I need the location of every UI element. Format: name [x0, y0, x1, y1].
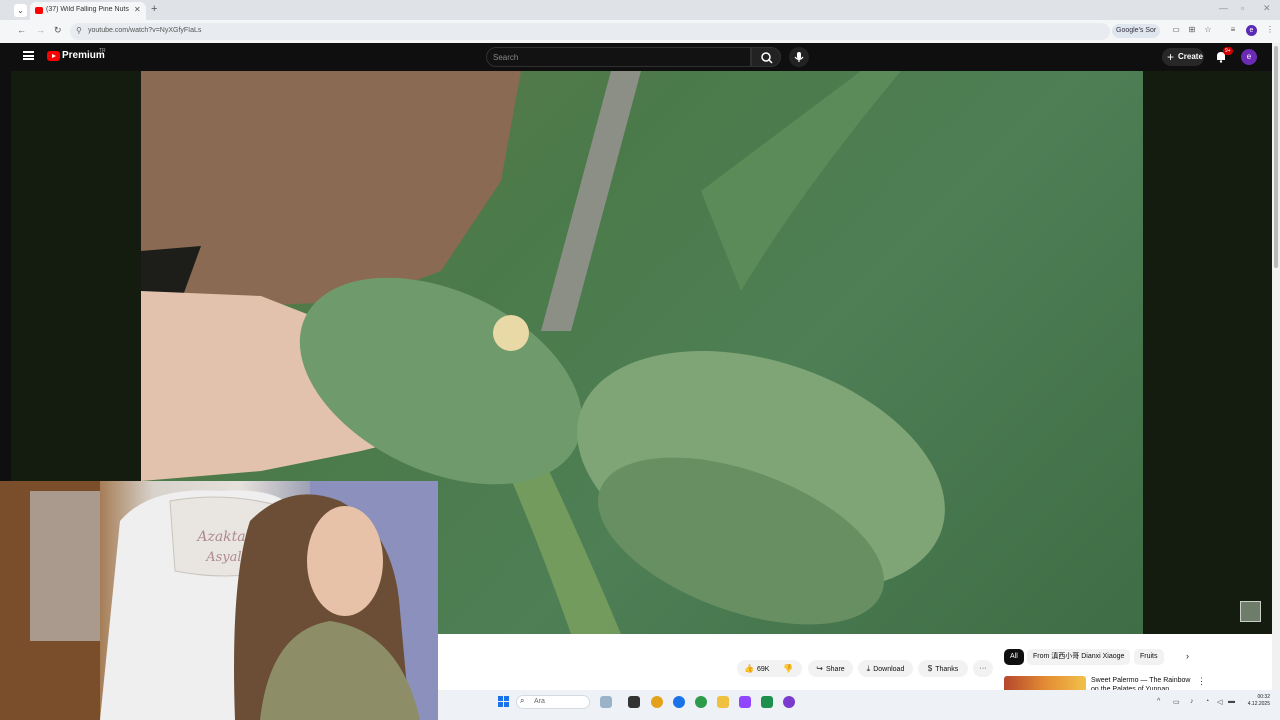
tray-volume-icon[interactable]: ◁: [1217, 698, 1222, 706]
webcam-image: Azaktan Asyali: [0, 481, 438, 720]
cast-icon[interactable]: ▭: [1171, 25, 1181, 35]
create-label: Create: [1178, 52, 1203, 61]
clock-time: 00:32: [1257, 694, 1270, 700]
back-icon[interactable]: ←: [17, 25, 26, 35]
browser-tab[interactable]: (37) Wild Falling Pine Nuts from ✕: [30, 2, 146, 20]
like-dislike-group: 👍 69K 👎: [737, 660, 802, 677]
download-icon: ⤓: [866, 664, 871, 673]
account-avatar[interactable]: e: [1241, 49, 1257, 65]
taskbar-search-placeholder: Ara: [534, 698, 545, 705]
chip-fruits[interactable]: Fruits: [1134, 649, 1164, 665]
recommendation-menu-icon[interactable]: ⋮: [1197, 676, 1206, 687]
tray-chevron-icon[interactable]: ^: [1157, 698, 1160, 705]
more-horizontal-icon: ···: [979, 665, 987, 672]
hamburger-menu-icon[interactable]: [23, 51, 34, 60]
scrollbar-thumb[interactable]: [1274, 46, 1278, 268]
task-view-icon[interactable]: [628, 696, 640, 708]
site-info-icon[interactable]: ⚲: [76, 26, 82, 35]
thanks-label: Thanks: [935, 666, 959, 673]
country-code: TR: [99, 48, 106, 54]
more-actions-button[interactable]: ···: [973, 660, 993, 677]
plus-icon: +: [1167, 50, 1175, 64]
download-label: Download: [873, 666, 905, 673]
thanks-button[interactable]: $ Thanks: [918, 660, 968, 677]
tab-title: (37) Wild Falling Pine Nuts from: [46, 6, 130, 13]
tray-app-icon[interactable]: ▭: [1173, 698, 1180, 706]
address-bar[interactable]: ⚲ youtube.com/watch?v=NyXGfyFIaLs: [70, 23, 1110, 40]
svg-text:Asyali: Asyali: [205, 550, 245, 565]
like-count[interactable]: 69K: [757, 666, 769, 673]
mini-thumbnail-overlay[interactable]: [1240, 601, 1261, 622]
share-button[interactable]: ↪ Share: [808, 660, 853, 677]
url-text: youtube.com/watch?v=NyXGfyFIaLs: [88, 27, 202, 34]
microphone-icon: [794, 52, 804, 62]
thanks-icon: $: [927, 664, 933, 673]
widgets-icon[interactable]: [600, 696, 612, 708]
reload-icon[interactable]: ↻: [54, 25, 62, 36]
chrome-canary-icon[interactable]: [783, 696, 795, 708]
tab-search-button[interactable]: ⌄: [14, 4, 27, 17]
download-button[interactable]: ⤓ Download: [858, 660, 913, 677]
maximize-icon[interactable]: ▫: [1241, 3, 1244, 13]
search-button[interactable]: [751, 47, 781, 67]
chrome-icon[interactable]: [651, 696, 663, 708]
webcam-overlay: Azaktan Asyali: [0, 481, 438, 720]
tray-mic-icon[interactable]: ♪: [1190, 698, 1194, 705]
notification-count-badge: 9+: [1223, 47, 1233, 55]
windows-start-icon[interactable]: [498, 696, 509, 707]
clock-date: 4.12.2025: [1247, 701, 1270, 707]
minimize-icon[interactable]: —: [1219, 3, 1228, 13]
taskbar-clock[interactable]: 00:32 4.12.2025: [1240, 694, 1270, 708]
share-icon: ↪: [816, 664, 823, 673]
search-box: [486, 47, 751, 67]
chip-all[interactable]: All: [1004, 649, 1024, 665]
google-search-chip[interactable]: Google's Sor: [1112, 24, 1161, 38]
obs-icon[interactable]: [761, 696, 773, 708]
youtube-favicon-icon: [35, 7, 43, 14]
file-explorer-icon[interactable]: [717, 696, 729, 708]
browser-menu-icon[interactable]: ⋮: [1265, 25, 1275, 35]
chrome-profile-icon[interactable]: [695, 696, 707, 708]
chip-from-channel[interactable]: From 滇西小哥 Dianxi Xiaoge: [1027, 649, 1131, 665]
bookmark-star-icon[interactable]: ☆: [1203, 25, 1213, 35]
tray-battery-icon[interactable]: ▬: [1228, 698, 1235, 705]
recommendation-thumbnail[interactable]: [1004, 676, 1086, 690]
dislike-icon[interactable]: 👎: [783, 664, 793, 673]
like-icon[interactable]: 👍: [744, 664, 754, 673]
tab-close-icon[interactable]: ✕: [134, 5, 141, 14]
edge-icon[interactable]: [673, 696, 685, 708]
browser-profile-icon[interactable]: e: [1246, 25, 1257, 36]
twitch-icon[interactable]: [739, 696, 751, 708]
recommendation-title[interactable]: Sweet Palermo — The Rainbow on the Palat…: [1091, 676, 1193, 690]
close-window-icon[interactable]: ✕: [1263, 3, 1271, 14]
browser-tab-strip: ⌄ (37) Wild Falling Pine Nuts from ✕ + —…: [0, 0, 1280, 20]
translate-icon[interactable]: ⊞: [1187, 25, 1197, 35]
taskbar-search-icon: ⌕: [520, 696, 525, 705]
share-label: Share: [826, 666, 845, 673]
search-icon: [761, 52, 773, 64]
youtube-logo-icon[interactable]: [47, 51, 60, 61]
extensions-icon[interactable]: ≡: [1228, 25, 1238, 35]
tray-network-icon[interactable]: ◔: [1205, 698, 1209, 705]
taskbar-search-box[interactable]: [516, 695, 590, 709]
new-tab-button[interactable]: +: [151, 3, 157, 15]
forward-icon[interactable]: →: [36, 25, 45, 35]
voice-search-button[interactable]: [789, 47, 809, 67]
youtube-header: Premium TR + Create 9+ e: [11, 43, 1272, 71]
search-input[interactable]: [493, 51, 743, 63]
browser-toolbar: ← → ↻ ⚲ youtube.com/watch?v=NyXGfyFIaLs: [0, 20, 1280, 43]
chevron-right-icon[interactable]: ›: [1186, 651, 1189, 661]
create-button[interactable]: + Create: [1162, 48, 1204, 66]
